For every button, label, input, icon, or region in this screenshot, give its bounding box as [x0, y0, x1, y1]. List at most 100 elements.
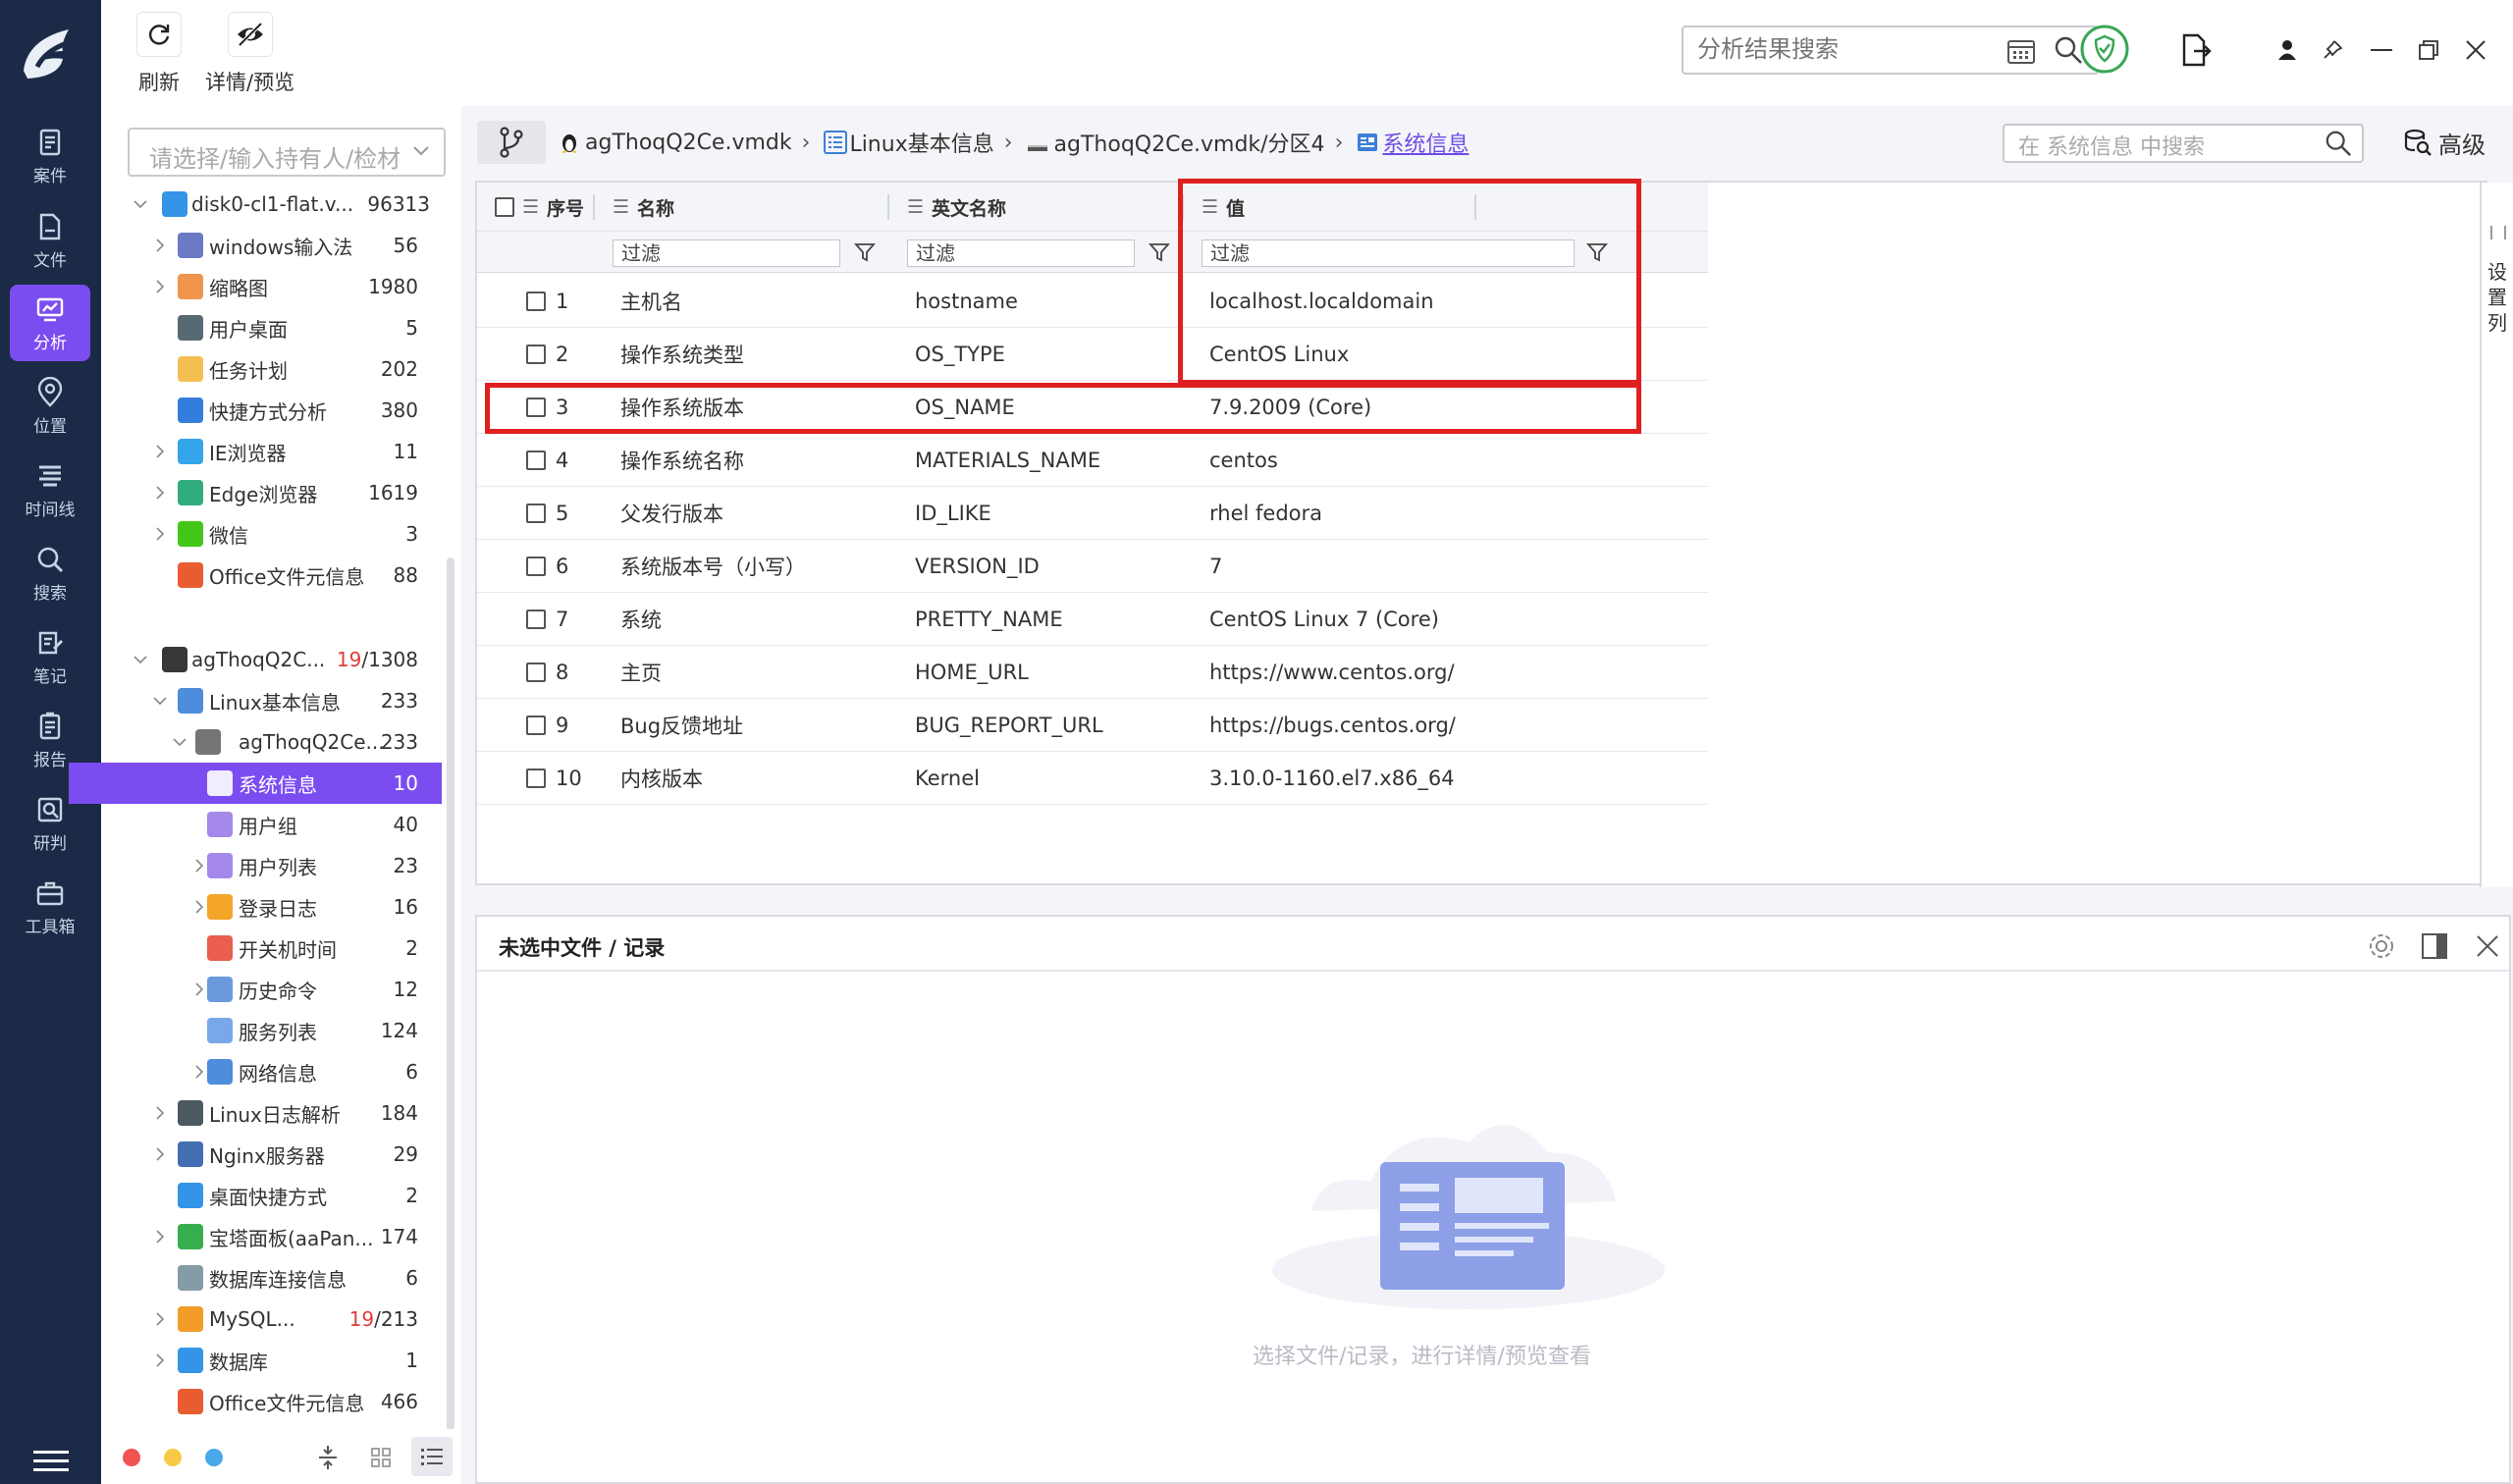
- tree-item[interactable]: 桌面快捷方式 2: [113, 1175, 442, 1216]
- tree-item[interactable]: 快捷方式分析 380: [113, 390, 442, 431]
- tree-item[interactable]: Office文件元信息 466: [113, 1381, 442, 1422]
- rail-item-note[interactable]: 笔记: [10, 618, 90, 695]
- tree-item[interactable]: 网络信息 6: [113, 1051, 442, 1092]
- tree-scrollbar[interactable]: [447, 557, 454, 1431]
- chevron-right-icon[interactable]: [152, 1352, 168, 1368]
- tree-item[interactable]: 数据库 1: [113, 1340, 442, 1381]
- tree-item[interactable]: MySQL... 19/213: [113, 1298, 442, 1340]
- blue-dot-icon[interactable]: [205, 1449, 223, 1466]
- tree-item[interactable]: 缩略图 1980: [113, 266, 442, 307]
- table-row[interactable]: 7 系统 PRETTY_NAME CentOS Linux 7 (Core): [477, 593, 1708, 646]
- chevron-down-icon[interactable]: [133, 196, 148, 212]
- user-icon[interactable]: [2276, 39, 2298, 61]
- tree-item[interactable]: 服务列表 124: [113, 1010, 442, 1051]
- table-row[interactable]: 8 主页 HOME_URL https://www.centos.org/: [477, 646, 1708, 699]
- rail-item-timeline[interactable]: 时间线: [10, 451, 90, 528]
- tree-item[interactable]: Linux基本信息 233: [113, 680, 442, 721]
- chevron-right-icon[interactable]: [152, 238, 168, 253]
- tree-item[interactable]: Office文件元信息 88: [113, 555, 442, 596]
- chevron-right-icon[interactable]: [152, 279, 168, 294]
- tree-item[interactable]: 开关机时间 2: [113, 928, 442, 969]
- tree-item[interactable]: Nginx服务器 29: [113, 1134, 442, 1175]
- collapse-all-icon[interactable]: [317, 1445, 339, 1470]
- tree-item[interactable]: IE浏览器 11: [113, 431, 442, 472]
- hamburger-menu-icon[interactable]: [33, 1451, 69, 1472]
- grid-view-icon[interactable]: [370, 1447, 392, 1468]
- filter-icon[interactable]: [854, 241, 876, 263]
- advanced-search-button[interactable]: 高级: [2403, 126, 2486, 160]
- restore-icon[interactable]: [2418, 39, 2439, 61]
- chevron-right-icon[interactable]: [191, 981, 207, 997]
- chevron-right-icon[interactable]: [152, 1229, 168, 1245]
- chevron-right-icon[interactable]: [191, 858, 207, 874]
- row-checkbox[interactable]: [526, 504, 546, 523]
- shield-status-icon[interactable]: [2079, 24, 2130, 75]
- tree-item[interactable]: Linux日志解析 184: [113, 1092, 442, 1134]
- tree-item[interactable]: 微信 3: [113, 513, 442, 555]
- breadcrumb-item-sysinfo[interactable]: 系统信息: [1357, 127, 1469, 158]
- yellow-dot-icon[interactable]: [164, 1449, 182, 1466]
- table-row[interactable]: 6 系统版本号（小写） VERSION_ID 7: [477, 540, 1708, 593]
- list-view-button[interactable]: [411, 1437, 453, 1476]
- row-checkbox[interactable]: [526, 344, 546, 364]
- tree-item[interactable]: agThoqQ2Ce... 233: [113, 721, 442, 763]
- breadcrumb-item-vmdk[interactable]: agThoqQ2Ce.vmdk ›: [560, 131, 810, 155]
- row-checkbox[interactable]: [526, 716, 546, 735]
- tree-item[interactable]: 宝塔面板(aaPan... 174: [113, 1216, 442, 1257]
- filter-icon[interactable]: [1149, 241, 1170, 263]
- close-window-icon[interactable]: [2465, 39, 2486, 61]
- tree-item[interactable]: agThoqQ2C... 19/1308: [113, 639, 442, 680]
- chevron-right-icon[interactable]: [152, 526, 168, 542]
- table-row[interactable]: 4 操作系统名称 MATERIALS_NAME centos: [477, 434, 1708, 487]
- rail-item-toolbox[interactable]: 工具箱: [10, 869, 90, 945]
- rail-item-file[interactable]: 文件: [10, 202, 90, 279]
- chevron-down-icon[interactable]: [133, 652, 148, 667]
- rail-item-analysis[interactable]: 分析: [10, 285, 90, 361]
- branch-button[interactable]: [477, 121, 546, 164]
- breadcrumb-item-partition[interactable]: agThoqQ2Ce.vmdk/分区4 ›: [1027, 127, 1343, 158]
- tree-item[interactable]: 用户组 40: [113, 804, 442, 845]
- chevron-right-icon[interactable]: [152, 1146, 168, 1162]
- chevron-right-icon[interactable]: [152, 1311, 168, 1327]
- holder-select[interactable]: 请选择/输入持有人/检材: [128, 128, 446, 177]
- chevron-right-icon[interactable]: [152, 444, 168, 459]
- tree-item[interactable]: disk0-cl1-flat.v... 96313: [113, 184, 442, 225]
- table-row[interactable]: 9 Bug反馈地址 BUG_REPORT_URL https://bugs.cento…: [477, 699, 1708, 752]
- rail-item-case[interactable]: 案件: [10, 118, 90, 194]
- set-columns-button[interactable]: 设置列: [2480, 183, 2513, 887]
- sysinfo-search-box[interactable]: 在 系统信息 中搜索: [2003, 124, 2364, 163]
- row-checkbox[interactable]: [526, 662, 546, 682]
- refresh-button[interactable]: 刷新: [136, 12, 182, 96]
- settings-gear-icon[interactable]: [2368, 932, 2395, 960]
- tree-item[interactable]: 用户桌面 5: [113, 307, 442, 348]
- tree-item[interactable]: Edge浏览器 1619: [113, 472, 442, 513]
- row-checkbox[interactable]: [526, 556, 546, 576]
- calendar-icon[interactable]: [2006, 37, 2036, 65]
- select-all-checkbox[interactable]: [495, 197, 514, 217]
- chevron-right-icon[interactable]: [191, 1064, 207, 1080]
- table-row[interactable]: 10 内核版本 Kernel 3.10.0-1160.el7.x86_64: [477, 752, 1708, 805]
- header-name[interactable]: ☰ 名称: [613, 183, 674, 232]
- red-dot-icon[interactable]: [123, 1449, 140, 1466]
- row-checkbox[interactable]: [526, 450, 546, 470]
- table-row[interactable]: 5 父发行版本 ID_LIKE rhel fedora: [477, 487, 1708, 540]
- tree-item[interactable]: 任务计划 202: [113, 348, 442, 390]
- name-filter-input[interactable]: 过滤: [613, 239, 840, 267]
- tree-item[interactable]: windows输入法 56: [113, 225, 442, 266]
- split-panel-icon[interactable]: [2421, 932, 2448, 960]
- row-checkbox[interactable]: [526, 768, 546, 788]
- export-file-icon[interactable]: [2178, 33, 2212, 67]
- pin-icon[interactable]: [2322, 39, 2343, 61]
- tree-item[interactable]: 登录日志 16: [113, 886, 442, 928]
- english-name-filter-input[interactable]: 过滤: [907, 239, 1135, 267]
- tree-item[interactable]: 历史命令 12: [113, 969, 442, 1010]
- chevron-down-icon[interactable]: [172, 734, 187, 750]
- rail-item-search[interactable]: 搜索: [10, 535, 90, 611]
- row-checkbox[interactable]: [526, 292, 546, 311]
- close-panel-icon[interactable]: [2476, 934, 2499, 958]
- search-icon[interactable]: [2325, 130, 2352, 157]
- tree-item[interactable]: 数据库连接信息 6: [113, 1257, 442, 1298]
- minimize-icon[interactable]: [2371, 49, 2392, 53]
- chevron-right-icon[interactable]: [152, 485, 168, 501]
- row-checkbox[interactable]: [526, 610, 546, 629]
